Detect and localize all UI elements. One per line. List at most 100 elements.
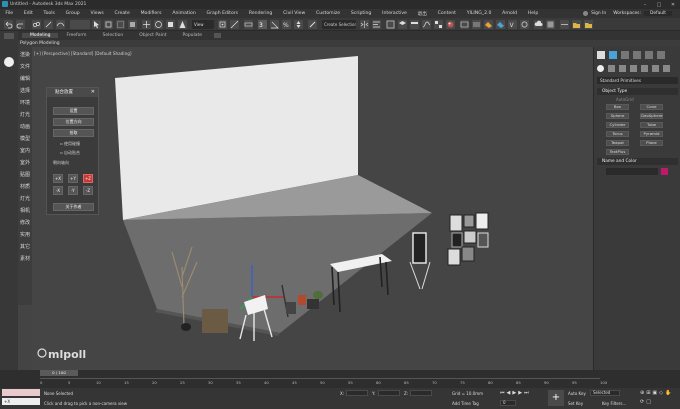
menu-rendering[interactable]: Rendering	[243, 11, 277, 16]
object-color-swatch[interactable]	[661, 168, 668, 175]
select-object-icon[interactable]	[92, 20, 101, 29]
axis-button-plus-y[interactable]: +Y	[68, 174, 78, 183]
rendered-frame-window-icon[interactable]	[472, 20, 481, 29]
minimize-button[interactable]: –	[638, 0, 652, 9]
plugin-item-animation[interactable]: 动画	[18, 123, 32, 130]
set-key-large-icon[interactable]: +	[548, 390, 564, 406]
menu-civil-view[interactable]: Civil View	[278, 11, 311, 16]
key-filters-button[interactable]: Key Filters...	[602, 401, 626, 406]
angle-snap-icon[interactable]	[270, 20, 279, 29]
placement-icon[interactable]	[178, 20, 187, 29]
arnold-icon[interactable]	[520, 20, 529, 29]
close-button[interactable]: ✕	[666, 0, 680, 9]
menu-content[interactable]: Content	[432, 11, 461, 16]
modify-tab-icon[interactable]	[609, 51, 617, 59]
cylinder-button[interactable]: Cylinder	[606, 122, 629, 128]
render-in-cloud-icon[interactable]	[534, 20, 543, 29]
sphere-button[interactable]: Sphere	[606, 113, 629, 119]
dialog-about-button[interactable]: 关于作者	[53, 203, 94, 211]
edit-named-sets-icon[interactable]	[308, 20, 317, 29]
torus-button[interactable]: Torus	[606, 131, 629, 137]
prev-frame-icon[interactable]: ◀	[507, 390, 511, 398]
create-tab-icon[interactable]	[597, 51, 605, 59]
plugin-item-modify[interactable]: 修改	[18, 219, 32, 226]
axis-button-plus-x[interactable]: +X	[53, 174, 63, 183]
menu-animation[interactable]: Animation	[167, 11, 201, 16]
link-icon[interactable]	[32, 20, 41, 29]
tab-freeform[interactable]: Freeform	[58, 33, 94, 38]
vray-icon[interactable]: V	[508, 20, 517, 29]
cameras-icon[interactable]	[630, 65, 637, 72]
menu-graph-editors[interactable]: Graph Editors	[201, 11, 243, 16]
textplus-button[interactable]: TextPlus	[606, 149, 629, 155]
tab-populate[interactable]: Populate	[175, 33, 211, 38]
plugin-item-utility[interactable]: 实用	[18, 231, 32, 238]
asset-tracking-icon[interactable]	[560, 20, 569, 29]
maxscript-listener-pink[interactable]	[2, 389, 40, 396]
box-button[interactable]: Box	[606, 104, 629, 110]
sphere-object-icon[interactable]	[4, 57, 14, 67]
name-color-rollout[interactable]: Name and Color	[597, 158, 678, 165]
tab-selection[interactable]: Selection	[95, 33, 132, 38]
key-mode-dropdown[interactable]: Selected	[590, 390, 620, 396]
menu-help[interactable]: Help	[522, 11, 543, 16]
plugin-item-other[interactable]: 其它	[18, 243, 32, 250]
plugin-item-model[interactable]: 模型	[18, 135, 32, 142]
menu-edit[interactable]: Edit	[18, 11, 38, 16]
auto-key-button[interactable]: Auto Key	[568, 391, 586, 396]
plugin-item-file[interactable]: 文件	[18, 63, 32, 70]
tube-button[interactable]: Tube	[640, 122, 663, 128]
track-bar[interactable]: 0 5 10 15 20 25 30 35 40 45 50 55 60 65 70 75 80 85 90 95 10…	[40, 378, 640, 388]
timeline[interactable]: 0 / 100 0 5 10 15 20 25 30 35 40 45 50 55 60 65 70 75 80…	[0, 370, 680, 388]
rect-selection-icon[interactable]	[116, 20, 125, 29]
plugin-item-edit[interactable]: 编辑	[18, 75, 32, 82]
maximize-viewport-icon[interactable]: □	[646, 399, 651, 406]
menu-modifiers[interactable]: Modifiers	[135, 11, 167, 16]
workspace-dropdown[interactable]: Default	[643, 11, 672, 16]
checkbox-box[interactable]: ▫	[60, 141, 63, 146]
dialog-checkbox-autofit[interactable]: ▫ 自动贴合	[60, 150, 80, 156]
plugin-item-environment[interactable]: 环境	[18, 99, 32, 106]
display-tab-icon[interactable]	[645, 51, 653, 59]
menu-group[interactable]: Group	[60, 11, 85, 16]
rotate-icon[interactable]	[154, 20, 163, 29]
axis-button-minus-y[interactable]: -Y	[68, 186, 78, 195]
geometry-icon[interactable]	[597, 65, 604, 72]
selection-filter-dropdown[interactable]	[70, 20, 90, 29]
redo-icon[interactable]	[16, 20, 25, 29]
geosphere-button[interactable]: GeoSphere	[640, 113, 663, 119]
undo-icon[interactable]	[4, 20, 13, 29]
x-coord-field[interactable]	[346, 390, 368, 396]
utilities-tab-icon[interactable]	[657, 51, 665, 59]
render-production-icon[interactable]	[484, 20, 493, 29]
create-panel-icon[interactable]	[4, 33, 14, 39]
set-key-button[interactable]: Set Key	[568, 401, 583, 406]
open-explorer-icon[interactable]	[572, 20, 581, 29]
plugin-item-camera[interactable]: 相机	[18, 207, 32, 214]
maxscript-input[interactable]: +X	[2, 398, 40, 405]
a360-gallery-icon[interactable]	[546, 20, 555, 29]
dialog-checkbox-collision[interactable]: ▫ 使用碰撞	[60, 141, 80, 147]
go-to-end-icon[interactable]: ⏭	[524, 390, 529, 398]
select-manipulate-icon[interactable]	[230, 20, 239, 29]
dialog-close-button[interactable]: ✕	[91, 88, 95, 97]
time-slider[interactable]: 0 / 100	[40, 370, 78, 376]
window-crossing-icon[interactable]	[128, 20, 137, 29]
sign-in-link[interactable]: Sign In	[591, 11, 606, 16]
schematic-view-icon[interactable]	[434, 20, 443, 29]
hierarchy-tab-icon[interactable]	[621, 51, 629, 59]
systems-icon[interactable]	[663, 65, 670, 72]
plugin-item-maps[interactable]: 贴图	[18, 171, 32, 178]
pivot-center-icon[interactable]	[218, 20, 227, 29]
lights-icon[interactable]	[619, 65, 626, 72]
toggle-scene-explorer-icon[interactable]	[386, 20, 395, 29]
primitive-type-dropdown[interactable]: Standard Primitives	[597, 77, 678, 84]
checkbox-box[interactable]: ▫	[60, 150, 63, 155]
dialog-position-button[interactable]: 位置方向	[53, 118, 94, 126]
plugin-item-materials[interactable]: 材质	[18, 183, 32, 190]
snap-3d-icon[interactable]: 3	[258, 20, 267, 29]
cone-button[interactable]: Cone	[640, 104, 663, 110]
dialog-settings-button[interactable]: 设置	[53, 107, 94, 115]
render-iterative-icon[interactable]	[496, 20, 505, 29]
axis-button-plus-z[interactable]: +Z	[83, 174, 93, 183]
